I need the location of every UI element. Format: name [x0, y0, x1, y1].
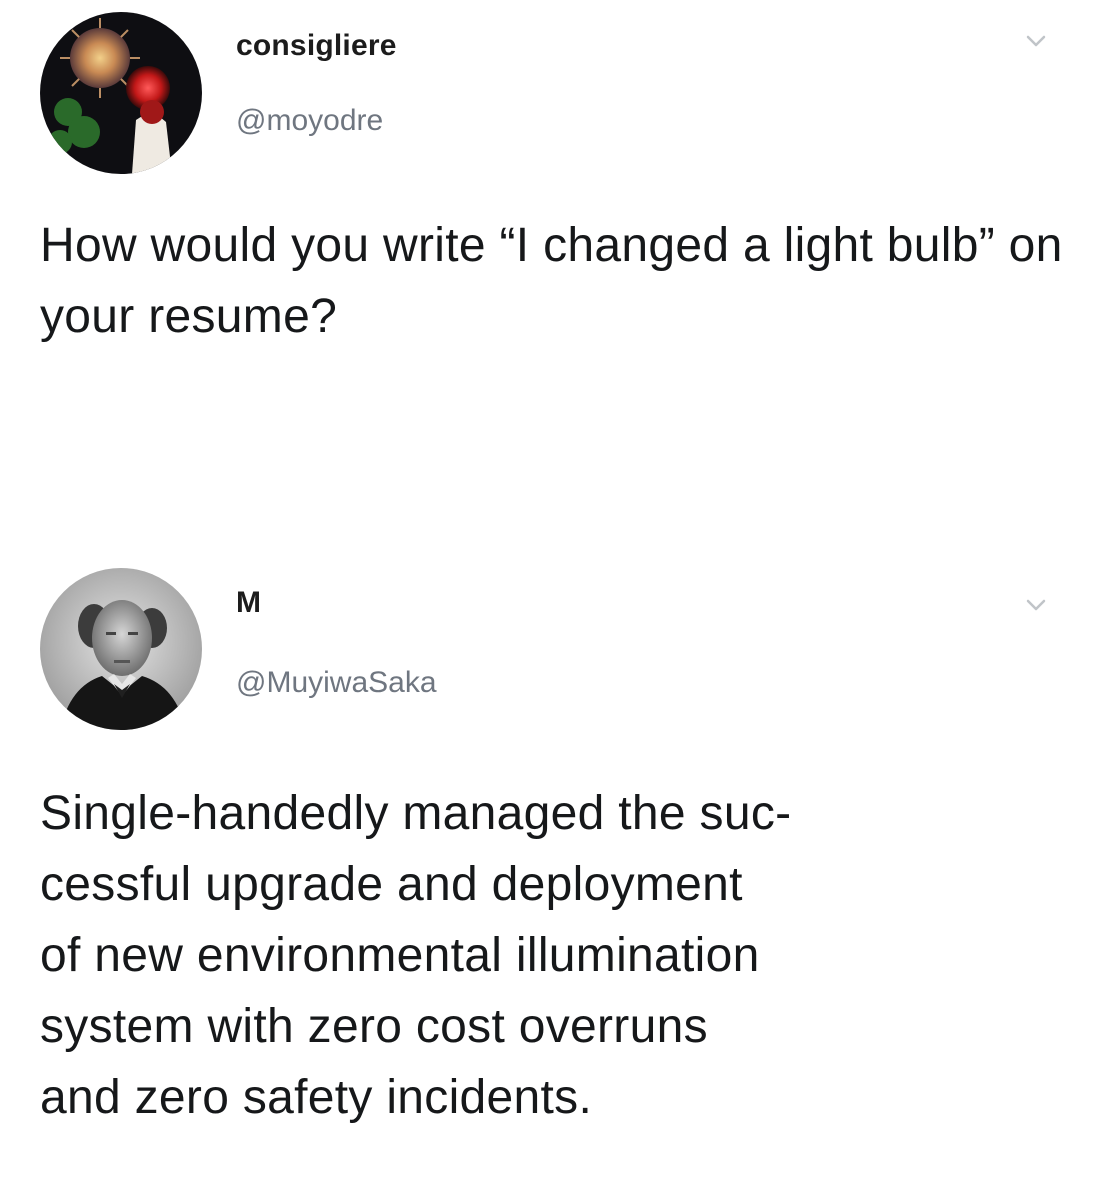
- display-name[interactable]: consigliere: [236, 29, 397, 63]
- chevron-down-icon[interactable]: [1018, 594, 1054, 618]
- avatar[interactable]: [40, 12, 202, 174]
- tweet-card: consigliere @moyodre How would you write…: [0, 0, 1102, 560]
- chevron-down-icon[interactable]: [1018, 30, 1054, 54]
- tweet-card: M @MuyiwaSaka Single-handedly managed th…: [0, 560, 1102, 1200]
- tweet-text: Single-handedly managed the suc- cessful…: [40, 787, 792, 1124]
- avatar[interactable]: [40, 568, 202, 730]
- user-handle[interactable]: @moyodre: [236, 104, 383, 138]
- avatar-portrait-icon: [40, 568, 202, 730]
- tweet-text: How would you write “I changed a light b…: [40, 219, 1063, 343]
- display-name[interactable]: M: [236, 586, 261, 620]
- avatar-fireworks-icon: [40, 12, 202, 174]
- user-handle[interactable]: @MuyiwaSaka: [236, 666, 437, 700]
